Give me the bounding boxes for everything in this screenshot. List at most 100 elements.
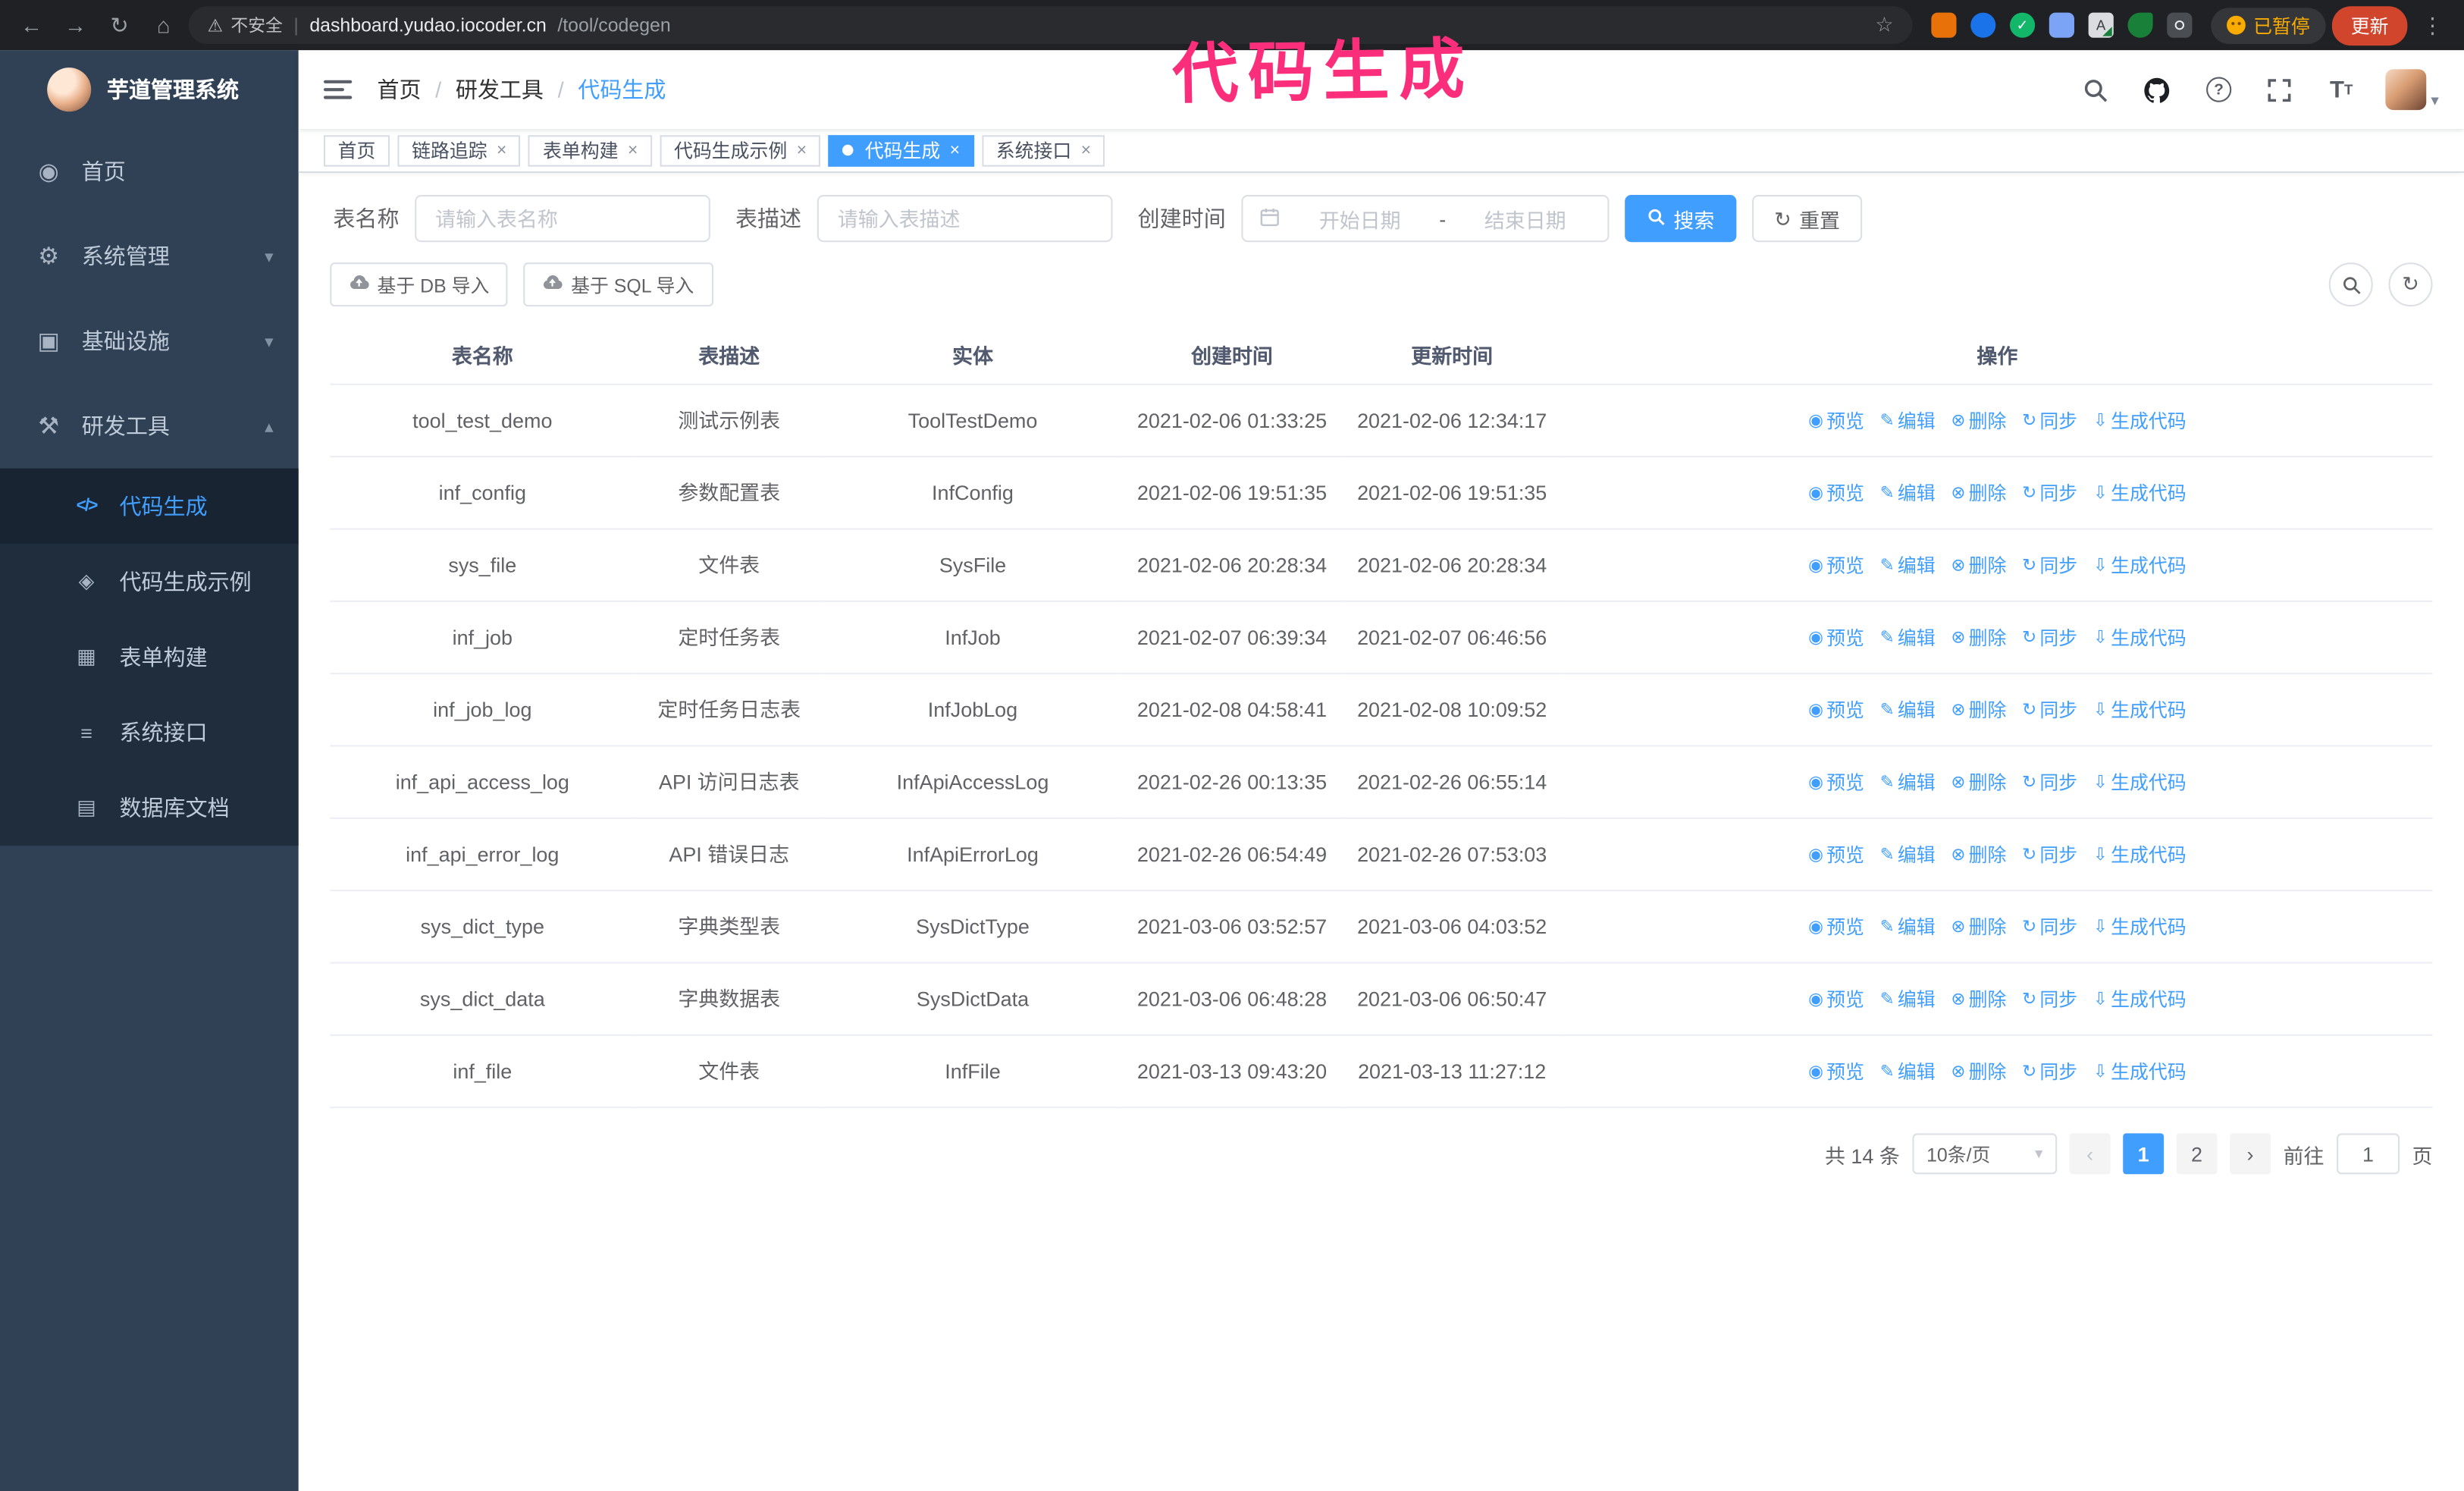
page-button-2[interactable]: 2 bbox=[2176, 1133, 2218, 1175]
table-desc-input[interactable] bbox=[817, 195, 1113, 243]
delete-action[interactable]: ⊗ 删除 bbox=[1951, 479, 2006, 509]
close-icon[interactable]: × bbox=[1081, 141, 1091, 160]
generate-code-action[interactable]: ⇩ 生成代码 bbox=[2093, 479, 2187, 509]
toggle-search-button[interactable] bbox=[2328, 262, 2373, 307]
edit-action[interactable]: ✎ 编辑 bbox=[1880, 913, 1936, 943]
github-icon[interactable] bbox=[2140, 72, 2175, 107]
generate-code-action[interactable]: ⇩ 生成代码 bbox=[2093, 769, 2187, 799]
sync-action[interactable]: ↻ 同步 bbox=[2022, 841, 2077, 871]
delete-action[interactable]: ⊗ 删除 bbox=[1951, 986, 2006, 1015]
extension-icon[interactable] bbox=[2167, 12, 2193, 38]
delete-action[interactable]: ⊗ 删除 bbox=[1951, 552, 2006, 582]
help-icon[interactable]: ? bbox=[2202, 72, 2237, 107]
goto-page-input[interactable] bbox=[2337, 1133, 2400, 1175]
sync-action[interactable]: ↻ 同步 bbox=[2022, 1058, 2077, 1088]
sidebar-item-database-docs[interactable]: ▤ 数据库文档 bbox=[0, 771, 299, 846]
delete-action[interactable]: ⊗ 删除 bbox=[1951, 769, 2006, 799]
security-status[interactable]: ⚠ 不安全 bbox=[208, 13, 283, 38]
extension-icon[interactable] bbox=[1931, 12, 1957, 38]
edit-action[interactable]: ✎ 编辑 bbox=[1880, 624, 1936, 654]
bookmark-star-icon[interactable]: ☆ bbox=[1875, 13, 1893, 38]
close-icon[interactable]: × bbox=[628, 141, 638, 160]
import-from-sql-button[interactable]: 基于 SQL 导入 bbox=[523, 262, 713, 307]
tab-home[interactable]: 首页 bbox=[323, 134, 390, 166]
generate-code-action[interactable]: ⇩ 生成代码 bbox=[2093, 624, 2187, 654]
extension-icon[interactable]: ✓ bbox=[2009, 12, 2036, 38]
preview-action[interactable]: ◉ 预览 bbox=[1808, 769, 1864, 799]
edit-action[interactable]: ✎ 编辑 bbox=[1880, 552, 1936, 582]
import-from-db-button[interactable]: 基于 DB 导入 bbox=[330, 262, 509, 307]
generate-code-action[interactable]: ⇩ 生成代码 bbox=[2093, 407, 2187, 437]
close-icon[interactable]: × bbox=[497, 141, 506, 160]
sync-action[interactable]: ↻ 同步 bbox=[2022, 696, 2077, 726]
browser-forward-icon[interactable]: → bbox=[57, 6, 95, 44]
preview-action[interactable]: ◉ 预览 bbox=[1808, 913, 1864, 943]
breadcrumb-home[interactable]: 首页 bbox=[377, 74, 421, 105]
edit-action[interactable]: ✎ 编辑 bbox=[1880, 1058, 1936, 1088]
extension-icon[interactable] bbox=[1970, 12, 1996, 38]
page-button-1[interactable]: 1 bbox=[2123, 1133, 2165, 1175]
browser-reload-icon[interactable]: ↻ bbox=[101, 6, 139, 44]
delete-action[interactable]: ⊗ 删除 bbox=[1951, 407, 2006, 437]
sidebar-item-codegen-example[interactable]: ◈ 代码生成示例 bbox=[0, 544, 299, 619]
browser-back-icon[interactable]: ← bbox=[13, 6, 51, 44]
fullscreen-icon[interactable] bbox=[2263, 72, 2298, 107]
generate-code-action[interactable]: ⇩ 生成代码 bbox=[2093, 986, 2187, 1015]
close-icon[interactable]: × bbox=[797, 141, 807, 160]
browser-home-icon[interactable]: ⌂ bbox=[145, 6, 183, 44]
preview-action[interactable]: ◉ 预览 bbox=[1808, 696, 1864, 726]
sync-action[interactable]: ↻ 同步 bbox=[2022, 769, 2077, 799]
edit-action[interactable]: ✎ 编辑 bbox=[1880, 841, 1936, 871]
sync-action[interactable]: ↻ 同步 bbox=[2022, 986, 2077, 1015]
app-logo[interactable]: 芋道管理系统 bbox=[0, 50, 299, 129]
address-bar[interactable]: ⚠ 不安全 | dashboard.yudao.iocoder.cn /tool… bbox=[188, 6, 1913, 45]
sync-action[interactable]: ↻ 同步 bbox=[2022, 552, 2077, 582]
sidebar-item-form-builder[interactable]: ▦ 表单构建 bbox=[0, 620, 299, 695]
edit-action[interactable]: ✎ 编辑 bbox=[1880, 479, 1936, 509]
tab-system-api[interactable]: 系统接口 × bbox=[982, 134, 1105, 166]
create-time-range-picker[interactable]: 开始日期 - 结束日期 bbox=[1241, 195, 1610, 243]
preview-action[interactable]: ◉ 预览 bbox=[1808, 841, 1864, 871]
sync-action[interactable]: ↻ 同步 bbox=[2022, 407, 2077, 437]
extension-icon[interactable] bbox=[2049, 12, 2074, 38]
sync-action[interactable]: ↻ 同步 bbox=[2022, 479, 2077, 509]
tab-trace[interactable]: 链路追踪 × bbox=[397, 134, 522, 166]
preview-action[interactable]: ◉ 预览 bbox=[1808, 624, 1864, 654]
sidebar-item-system-management[interactable]: ⚙ 系统管理 ▾ bbox=[0, 214, 299, 299]
delete-action[interactable]: ⊗ 删除 bbox=[1951, 913, 2006, 943]
delete-action[interactable]: ⊗ 删除 bbox=[1951, 624, 2006, 654]
generate-code-action[interactable]: ⇩ 生成代码 bbox=[2093, 1058, 2187, 1088]
user-menu[interactable]: ▾ bbox=[2385, 69, 2439, 111]
tab-form-builder[interactable]: 表单构建 × bbox=[528, 134, 653, 166]
sidebar-item-dev-tools[interactable]: ⚒ 研发工具 ▴ bbox=[0, 384, 299, 469]
preview-action[interactable]: ◉ 预览 bbox=[1808, 986, 1864, 1015]
delete-action[interactable]: ⊗ 删除 bbox=[1951, 1058, 2006, 1088]
tab-codegen-example[interactable]: 代码生成示例 × bbox=[660, 134, 821, 166]
generate-code-action[interactable]: ⇩ 生成代码 bbox=[2093, 552, 2187, 582]
edit-action[interactable]: ✎ 编辑 bbox=[1880, 696, 1936, 726]
page-size-select[interactable]: 10条/页 ▾ bbox=[1912, 1133, 2058, 1175]
table-name-input[interactable] bbox=[415, 195, 710, 243]
browser-menu-icon[interactable]: ⋮ bbox=[2414, 6, 2452, 44]
sidebar-item-code-generation[interactable]: </> 代码生成 bbox=[0, 468, 299, 545]
sidebar-item-home[interactable]: ◉ 首页 bbox=[0, 129, 299, 214]
search-button[interactable]: 搜索 bbox=[1625, 195, 1737, 243]
preview-action[interactable]: ◉ 预览 bbox=[1808, 479, 1864, 509]
next-page-button[interactable]: › bbox=[2230, 1133, 2271, 1175]
preview-action[interactable]: ◉ 预览 bbox=[1808, 407, 1864, 437]
browser-update-button[interactable]: 更新 bbox=[2331, 5, 2408, 46]
edit-action[interactable]: ✎ 编辑 bbox=[1880, 769, 1936, 799]
reset-button[interactable]: ↻ 重置 bbox=[1752, 195, 1863, 243]
edit-action[interactable]: ✎ 编辑 bbox=[1880, 986, 1936, 1015]
breadcrumb-section[interactable]: 研发工具 bbox=[456, 74, 544, 105]
search-icon[interactable] bbox=[2079, 72, 2114, 107]
generate-code-action[interactable]: ⇩ 生成代码 bbox=[2093, 913, 2187, 943]
refresh-table-button[interactable]: ↻ bbox=[2388, 262, 2433, 307]
generate-code-action[interactable]: ⇩ 生成代码 bbox=[2093, 841, 2187, 871]
sync-action[interactable]: ↻ 同步 bbox=[2022, 913, 2077, 943]
edit-action[interactable]: ✎ 编辑 bbox=[1880, 407, 1936, 437]
font-size-icon[interactable]: TT bbox=[2324, 72, 2359, 107]
close-icon[interactable]: × bbox=[950, 141, 960, 160]
translate-extension-icon[interactable]: A bbox=[2088, 12, 2114, 38]
extension-icon[interactable] bbox=[2127, 12, 2153, 38]
